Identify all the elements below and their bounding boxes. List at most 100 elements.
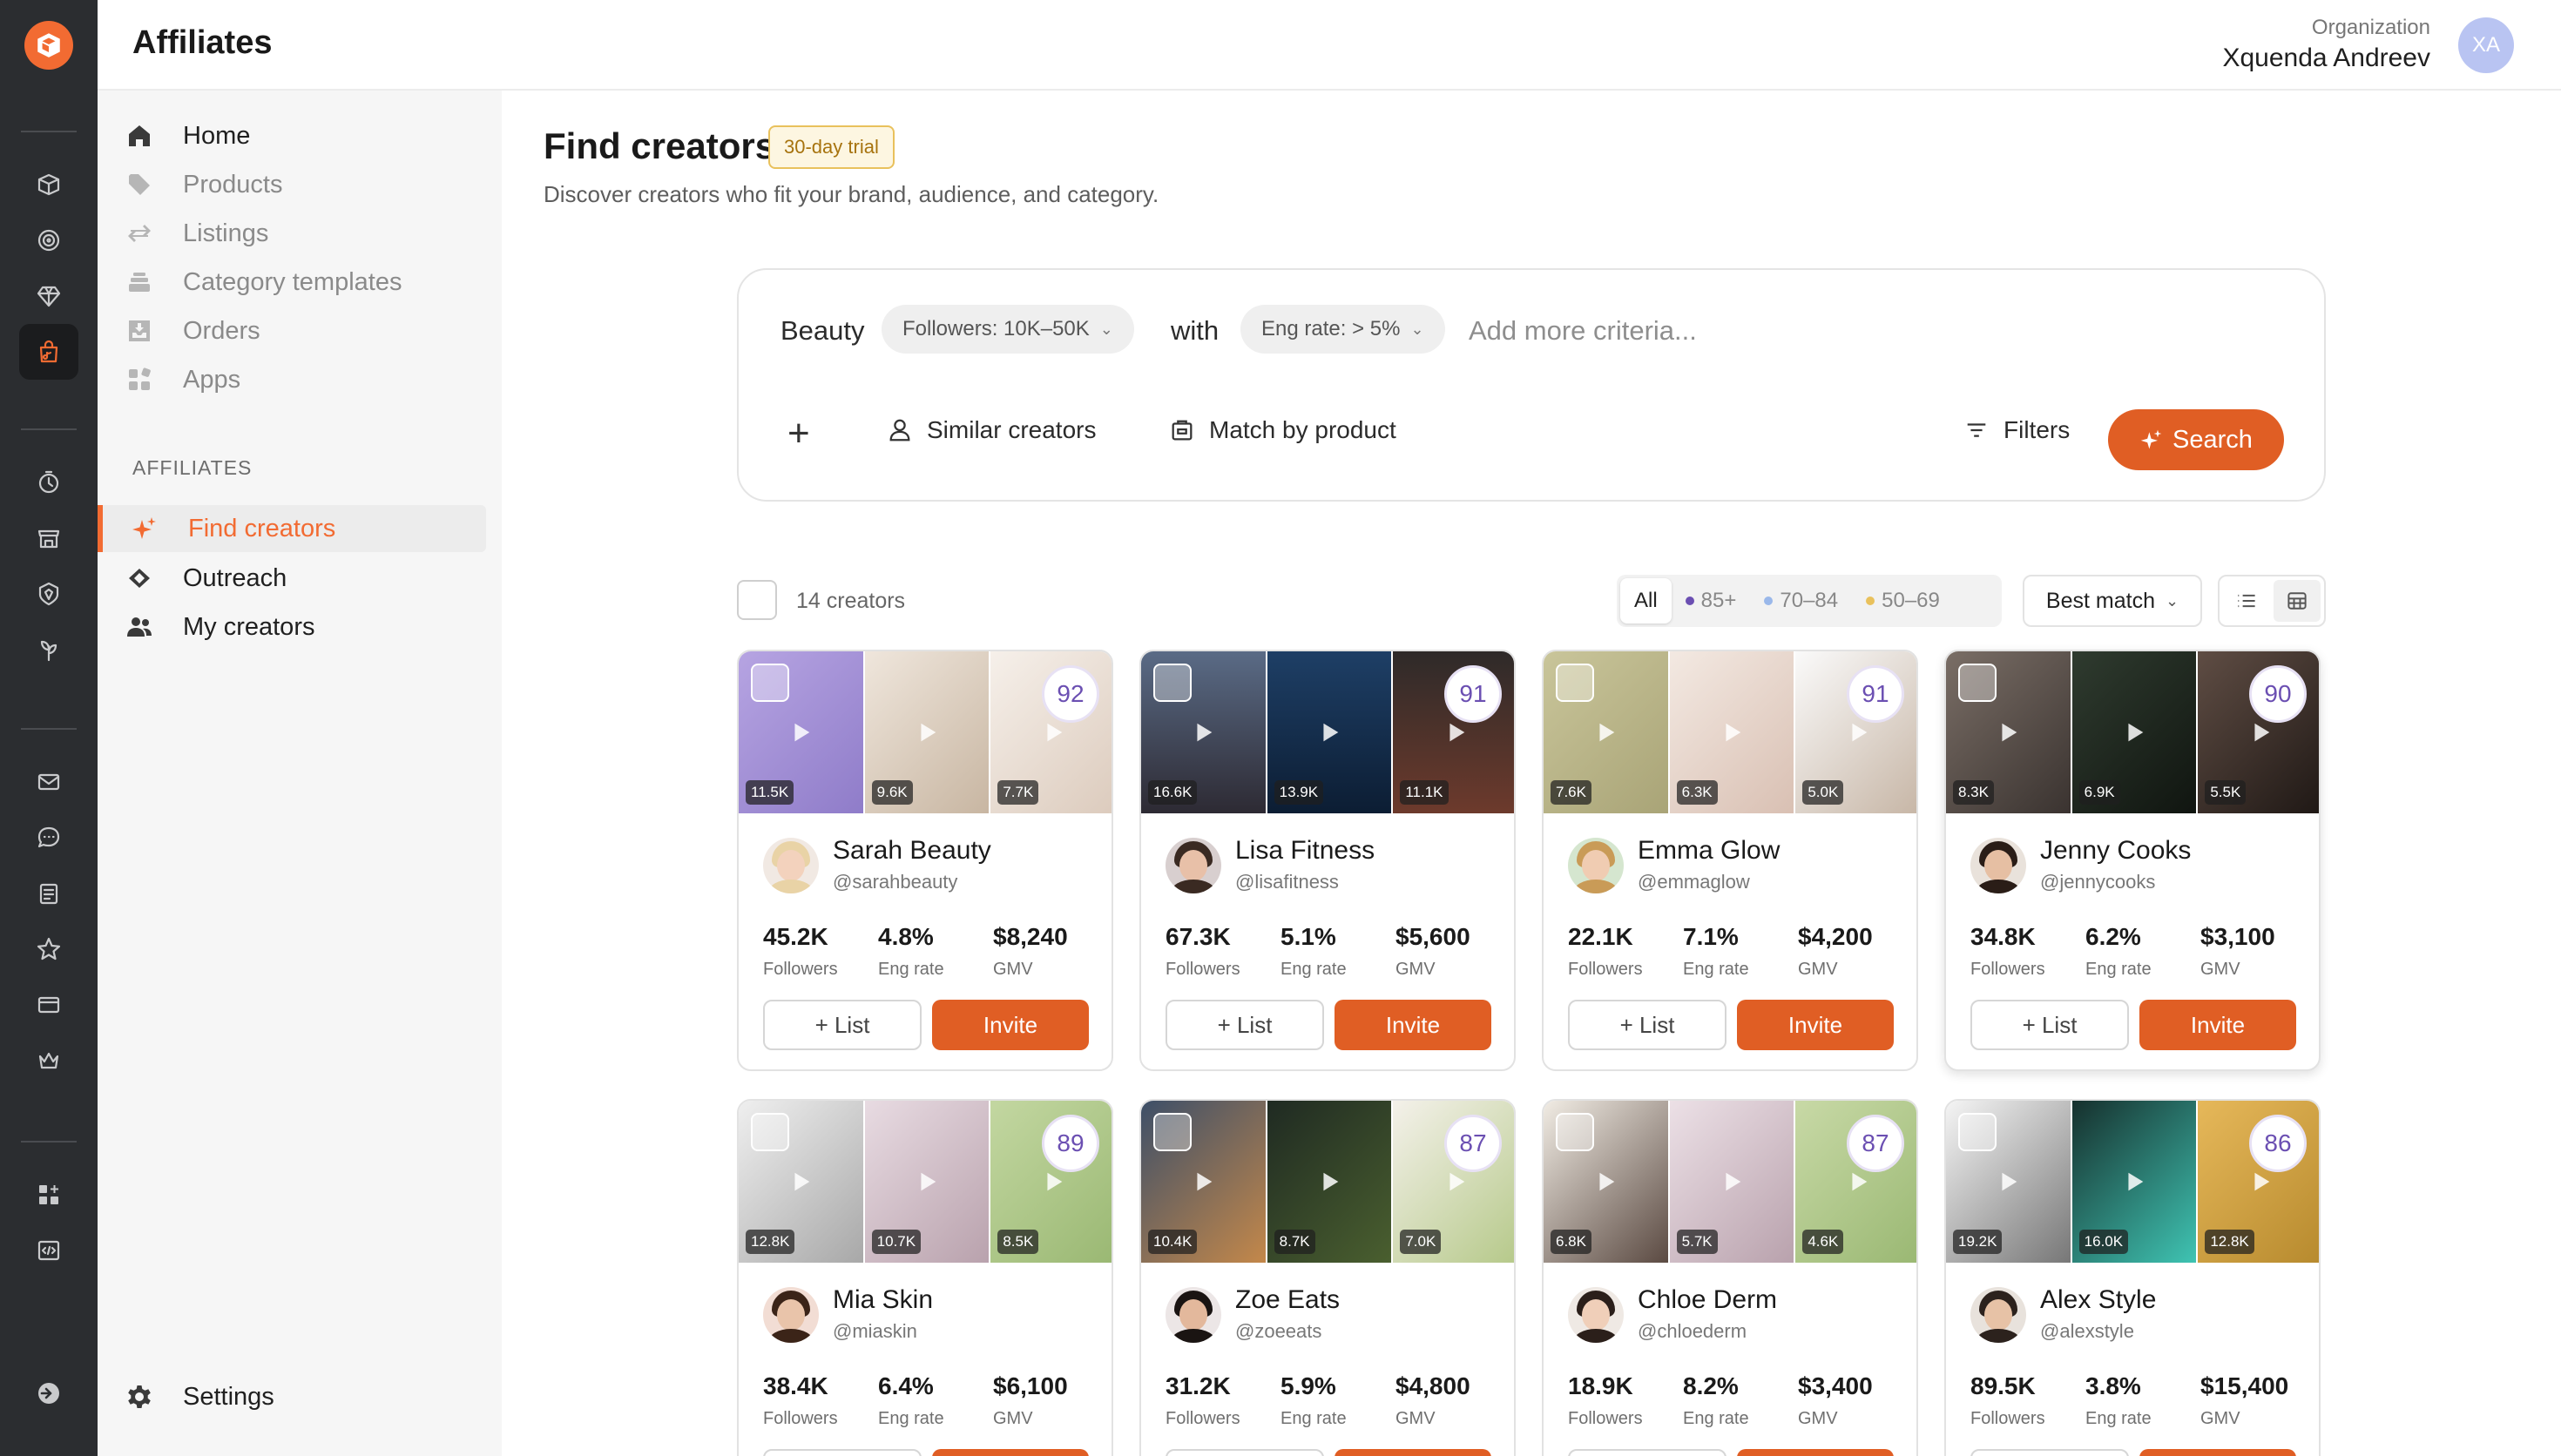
chat-icon[interactable] [28,817,70,859]
sidebar-item-settings[interactable]: Settings [124,1374,490,1419]
search-button[interactable]: Search [2108,409,2284,470]
creator-card[interactable]: 10.4K 8.7K 7.0K 87 Zoe Eats @zoeeats 31.2K Foll… [1139,1099,1516,1456]
creator-name[interactable]: Zoe Eats [1235,1285,1340,1315]
invite-button[interactable]: Invite [932,1000,1089,1050]
creator-name[interactable]: Mia Skin [833,1285,933,1315]
sidebar-item-find-creators[interactable]: Find creators [98,505,486,552]
creator-card[interactable]: 11.5K 9.6K 7.7K 92 Sarah Beauty @sarahbeauty 4… [737,650,1113,1071]
creator-select-checkbox[interactable] [1153,664,1192,702]
creator-select-checkbox[interactable] [1556,664,1594,702]
document-icon[interactable] [28,873,70,914]
creator-avatar[interactable] [1568,838,1624,893]
video-thumbnail[interactable]: 5.7K [1667,1101,1794,1263]
creator-avatar[interactable] [1568,1287,1624,1343]
creator-name[interactable]: Sarah Beauty [833,836,991,866]
creator-card[interactable]: 7.6K 6.3K 5.0K 91 Emma Glow @emmaglow 22.1K Fol… [1542,650,1918,1071]
video-thumbnail[interactable]: 9.6K [862,651,990,813]
add-to-list-button[interactable]: + List [1970,1000,2129,1050]
invite-button[interactable]: Invite [2139,1000,2296,1050]
organization-name[interactable]: Xquenda Andreev [2222,44,2430,73]
video-thumbnail[interactable]: 6.3K [1667,651,1794,813]
creator-search-box[interactable]: Beauty Followers: 10K–50K ⌄ with Eng rat… [737,268,2326,502]
add-to-list-button[interactable]: + List [1166,1000,1324,1050]
add-to-list-button[interactable]: + List [1568,1449,1726,1456]
sidebar-item-home[interactable]: Home [124,113,490,158]
sidebar-item-orders[interactable]: Orders [124,308,490,354]
invite-button[interactable]: Invite [1335,1000,1491,1050]
video-thumbnail[interactable]: 6.9K [2070,651,2197,813]
segment-50-69[interactable]: 50–69 [1852,578,1954,624]
storefront-icon[interactable] [28,517,70,559]
creator-avatar[interactable] [1970,1287,2026,1343]
sidebar-item-products[interactable]: Products [124,162,490,207]
star-icon[interactable] [28,928,70,970]
add-criteria-input[interactable]: Add more criteria... [1469,315,1697,347]
sidebar-item-listings[interactable]: Listings [124,211,490,256]
match-by-product-button[interactable]: Match by product [1169,416,1396,444]
user-avatar[interactable]: XA [2458,17,2514,73]
sidebar-item-outreach[interactable]: Outreach [124,556,490,601]
creator-select-checkbox[interactable] [1958,664,1997,702]
invite-button[interactable]: Invite [2139,1449,2296,1456]
invite-button[interactable]: Invite [1737,1449,1894,1456]
add-to-list-button[interactable]: + List [763,1449,922,1456]
segment-all[interactable]: All [1620,578,1672,624]
creator-name[interactable]: Lisa Fitness [1235,836,1375,866]
invite-button[interactable]: Invite [1335,1449,1491,1456]
video-thumbnail[interactable]: 13.9K [1265,651,1392,813]
grid-view-icon[interactable] [2274,580,2321,622]
video-thumbnail[interactable]: 10.7K [862,1101,990,1263]
score-segment-control[interactable]: All 85+ 70–84 50–69 [1617,575,2002,627]
eng-rate-filter-chip[interactable]: Eng rate: > 5% ⌄ [1240,305,1445,354]
creator-avatar[interactable] [1166,838,1221,893]
select-all-checkbox[interactable] [737,580,777,620]
add-to-list-button[interactable]: + List [1568,1000,1726,1050]
filters-button[interactable]: Filters [1963,416,2070,444]
video-thumbnail[interactable]: 8.7K [1265,1101,1392,1263]
invite-button[interactable]: Invite [1737,1000,1894,1050]
creator-avatar[interactable] [763,1287,819,1343]
shopping-bag-icon[interactable] [19,324,78,380]
creator-select-checkbox[interactable] [1556,1113,1594,1151]
segment-85-plus[interactable]: 85+ [1672,578,1751,624]
creator-avatar[interactable] [1970,838,2026,893]
creator-card[interactable]: 6.8K 5.7K 4.6K 87 Chloe Derm @chloederm 18.9K F… [1542,1099,1918,1456]
card-icon[interactable] [28,984,70,1026]
creator-card[interactable]: 16.6K 13.9K 11.1K 91 Lisa Fitness @lisafitnes… [1139,650,1516,1071]
segment-70-84[interactable]: 70–84 [1750,578,1852,624]
creator-name[interactable]: Chloe Derm [1638,1285,1777,1315]
mail-icon[interactable] [28,761,70,803]
crown-icon[interactable] [28,1040,70,1082]
add-to-list-button[interactable]: + List [763,1000,922,1050]
target-icon[interactable] [28,219,70,261]
sidebar-item-my-creators[interactable]: My creators [124,604,490,650]
similar-creators-button[interactable]: Similar creators [887,416,1096,444]
creator-select-checkbox[interactable] [1153,1113,1192,1151]
sort-dropdown[interactable]: Best match ⌄ [2023,575,2202,627]
search-keyword[interactable]: Beauty [780,315,865,347]
creator-select-checkbox[interactable] [751,1113,789,1151]
creator-card[interactable]: 12.8K 10.7K 8.5K 89 Mia Skin @miaskin 38.4K Fol… [737,1099,1113,1456]
creator-name[interactable]: Emma Glow [1638,836,1780,866]
view-toggle[interactable] [2218,575,2326,627]
list-view-icon[interactable] [2223,580,2270,622]
add-criteria-plus-icon[interactable]: + [787,415,810,453]
creator-select-checkbox[interactable] [1958,1113,1997,1151]
creator-select-checkbox[interactable] [751,664,789,702]
creator-card[interactable]: 19.2K 16.0K 12.8K 86 Alex Style @alexstyle 89.… [1944,1099,2321,1456]
creator-name[interactable]: Alex Style [2040,1285,2156,1315]
logout-icon[interactable] [28,1372,70,1414]
add-to-list-button[interactable]: + List [1166,1449,1324,1456]
diamond-icon[interactable] [28,275,70,317]
brand-logo-icon[interactable] [24,21,73,70]
clock-icon[interactable] [28,462,70,503]
video-thumbnail[interactable]: 16.0K [2070,1101,2197,1263]
sidebar-item-apps[interactable]: Apps [124,357,490,402]
creator-avatar[interactable] [763,838,819,893]
followers-filter-chip[interactable]: Followers: 10K–50K ⌄ [882,305,1134,354]
invite-button[interactable]: Invite [932,1449,1089,1456]
add-to-list-button[interactable]: + List [1970,1449,2129,1456]
add-widget-icon[interactable] [28,1174,70,1216]
creator-avatar[interactable] [1166,1287,1221,1343]
sidebar-item-category-templates[interactable]: Category templates [124,260,490,305]
